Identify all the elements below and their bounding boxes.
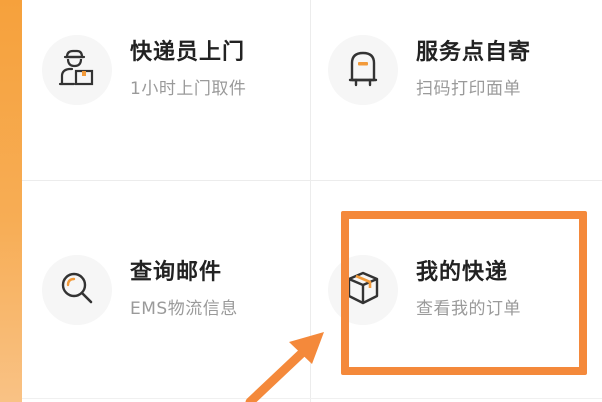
row-divider (22, 180, 602, 181)
row-divider-bottom (22, 398, 602, 399)
tile-subtitle: 1小时上门取件 (130, 79, 247, 99)
package-icon (341, 266, 385, 314)
tile-title: 查询邮件 (130, 260, 223, 285)
search-icon (55, 266, 99, 314)
mailbox-icon-wrap (328, 35, 398, 105)
column-divider (310, 0, 311, 402)
tile-subtitle: EMS物流信息 (130, 299, 238, 319)
tile-title: 服务点自寄 (416, 40, 532, 65)
tile-title: 我的快递 (416, 260, 509, 285)
tile-subtitle: 查看我的订单 (416, 299, 521, 319)
package-icon-wrap (328, 255, 398, 325)
side-gradient-band (0, 0, 22, 402)
tile-subtitle: 扫码打印面单 (416, 79, 521, 99)
courier-pickup-tile[interactable]: 快递员上门 1小时上门取件 (42, 30, 302, 110)
courier-icon-wrap (42, 35, 112, 105)
my-parcels-tile[interactable]: 我的快递 查看我的订单 (328, 250, 588, 330)
search-icon-wrap (42, 255, 112, 325)
courier-icon (55, 46, 99, 94)
service-point-tile[interactable]: 服务点自寄 扫码打印面单 (328, 30, 588, 110)
track-mail-tile[interactable]: 查询邮件 EMS物流信息 (42, 250, 302, 330)
tile-title: 快递员上门 (130, 40, 246, 65)
mailbox-icon (341, 46, 385, 94)
